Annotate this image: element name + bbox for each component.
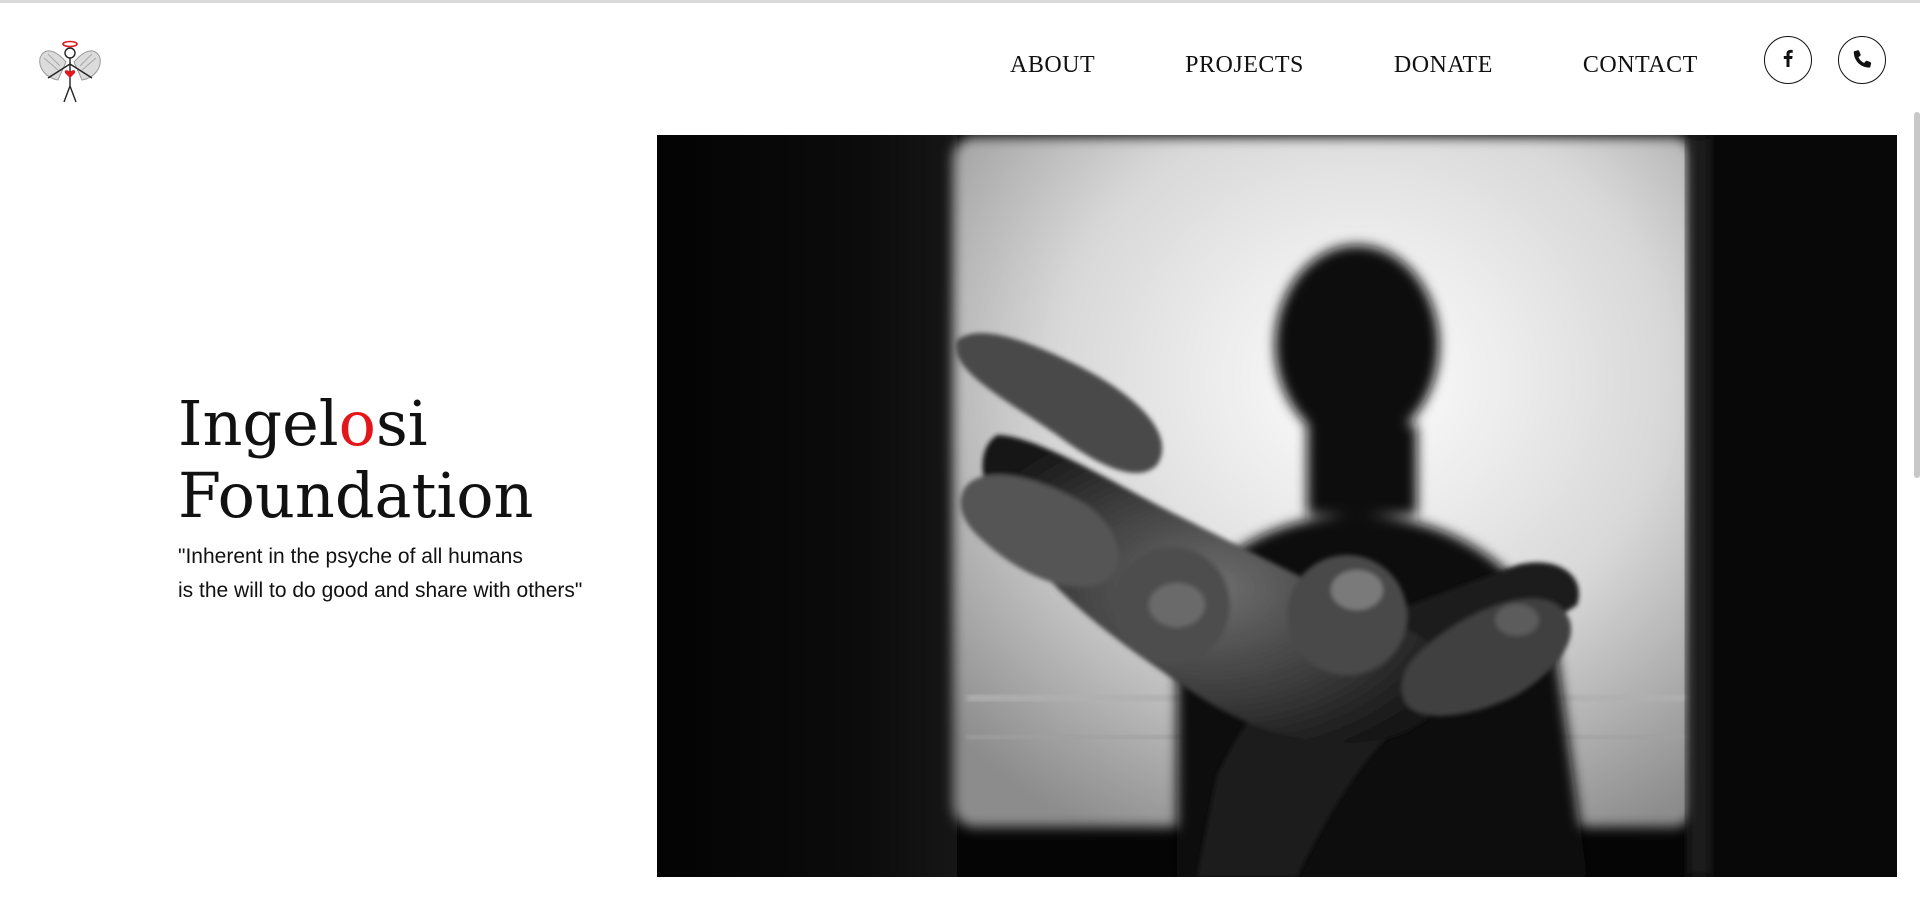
brand-title: Ingelosi Foundation: [178, 388, 618, 532]
brand-title-line2: Foundation: [178, 459, 534, 532]
nav-contact[interactable]: CONTACT: [1583, 48, 1698, 82]
brand-title-part1: Ingel: [178, 387, 339, 460]
social-links: [1764, 36, 1886, 84]
hero-text: Ingelosi Foundation "Inherent in the psy…: [178, 388, 618, 608]
phone-icon: [1850, 46, 1874, 74]
nav-about[interactable]: ABOUT: [1010, 48, 1095, 82]
facebook-icon: [1776, 46, 1800, 74]
brand-title-accent: o: [338, 387, 376, 460]
outstretched-hand-photo: [657, 135, 1897, 877]
nav-donate[interactable]: DONATE: [1394, 48, 1493, 82]
hero-quote-line2: is the will to do good and share with ot…: [178, 579, 583, 602]
top-divider: [0, 0, 1920, 3]
brand-title-part2: si: [375, 387, 428, 460]
hero-quote-line1: "Inherent in the psyche of all humans: [178, 545, 523, 568]
page-scrollbar[interactable]: [1914, 112, 1920, 478]
hero-quote: "Inherent in the psyche of all humans is…: [178, 540, 618, 608]
main-nav: ABOUT PROJECTS DONATE CONTACT: [1010, 48, 1698, 82]
nav-projects[interactable]: PROJECTS: [1185, 48, 1304, 82]
angel-logo-icon[interactable]: [36, 34, 104, 106]
phone-button[interactable]: [1838, 36, 1886, 84]
facebook-button[interactable]: [1764, 36, 1812, 84]
